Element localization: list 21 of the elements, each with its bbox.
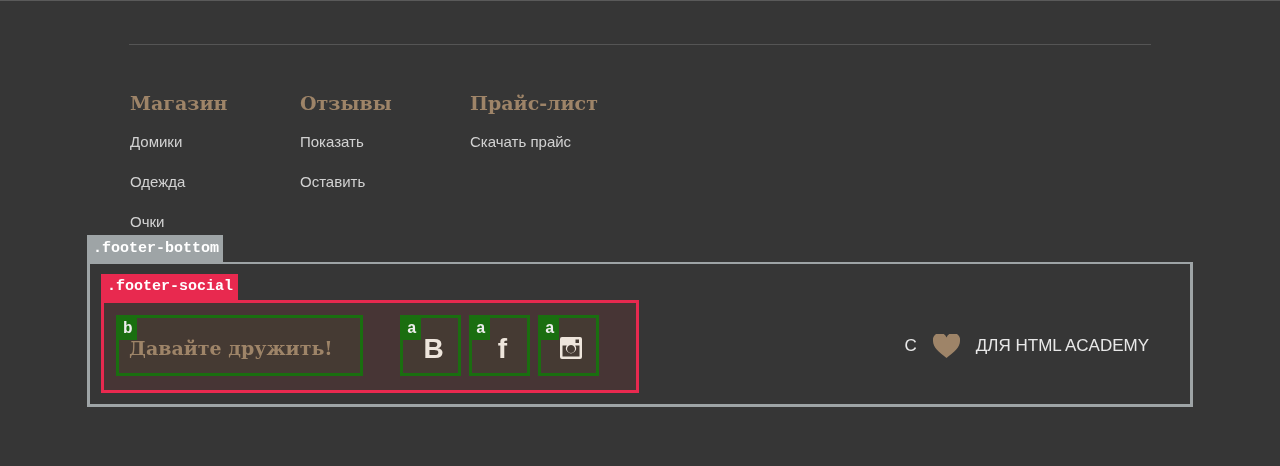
camera-icon[interactable]: [559, 336, 582, 359]
credit-text: С: [904, 336, 917, 356]
footer-link[interactable]: Одежда: [130, 173, 186, 191]
column-heading: Магазин: [130, 91, 228, 116]
footer-link[interactable]: Показать: [300, 133, 364, 151]
footer-link[interactable]: Скачать прайс: [470, 133, 572, 151]
debug-tag: b: [119, 318, 137, 340]
debug-tag: .footer-social: [101, 274, 239, 300]
footer-link[interactable]: Очки: [130, 213, 165, 231]
heart-icon: [932, 334, 960, 358]
footer-link[interactable]: Оставить: [300, 173, 366, 191]
column-heading: Прайс-лист: [470, 91, 598, 116]
social-link[interactable]: f: [497, 326, 508, 365]
debug-tag: a: [541, 318, 559, 340]
debug-tag: .footer-bottom: [87, 235, 224, 262]
debug-tag: a: [403, 318, 421, 340]
debug-tag: a: [472, 318, 490, 340]
column-heading: Отзывы: [300, 91, 392, 116]
credit-text: ДЛЯ HTML ACADEMY: [975, 336, 1149, 356]
social-link[interactable]: B: [423, 326, 444, 365]
footer-link[interactable]: Домики: [130, 133, 183, 151]
